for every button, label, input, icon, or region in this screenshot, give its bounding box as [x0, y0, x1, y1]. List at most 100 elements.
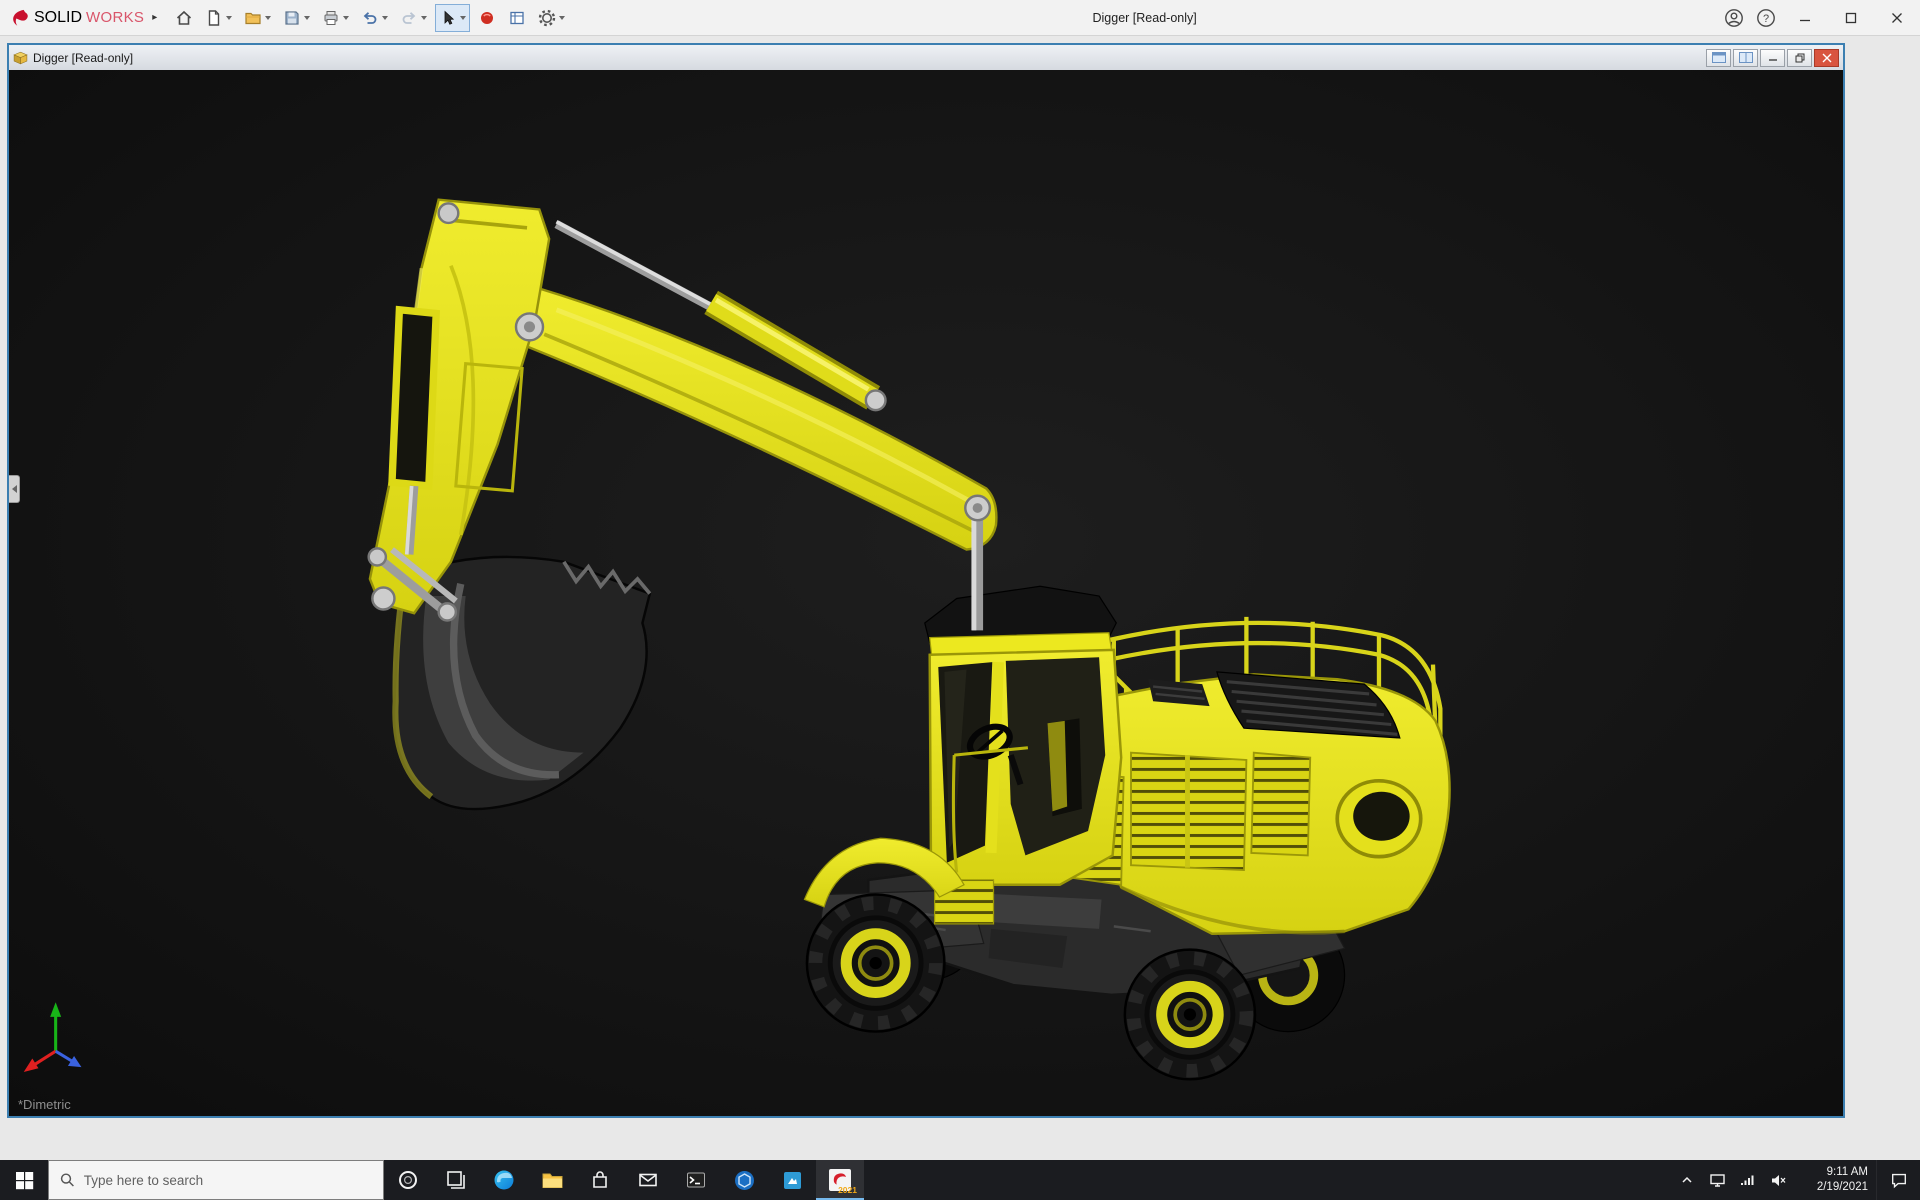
solidworks-taskbar-button[interactable]: 2021 [816, 1160, 864, 1200]
menu-flyout-arrow[interactable]: ▸ [152, 12, 157, 23]
volume-icon [1769, 1172, 1786, 1189]
home-button[interactable] [171, 4, 197, 32]
home-icon [175, 9, 193, 27]
open-folder-icon [244, 9, 262, 27]
options-button[interactable] [534, 4, 569, 32]
pinned-app-2-button[interactable] [768, 1160, 816, 1200]
minimize-icon [1768, 53, 1778, 62]
dropdown-caret [304, 16, 310, 23]
document-restore-button[interactable] [1787, 49, 1812, 67]
search-icon [60, 1172, 75, 1188]
svg-text:?: ? [1763, 13, 1769, 25]
document-close-button[interactable] [1814, 49, 1839, 67]
dropdown-caret [382, 16, 388, 23]
pinned-app-2-icon [781, 1169, 804, 1192]
windows-taskbar: 2021 [0, 1160, 1920, 1200]
dropdown-caret [559, 16, 565, 23]
display-tray-button[interactable] [1702, 1160, 1732, 1200]
feature-tree-collapse-tab[interactable] [9, 475, 20, 503]
mail-button[interactable] [624, 1160, 672, 1200]
maximize-button[interactable] [1828, 0, 1874, 36]
solidworks-logo: SOLIDWORKS [0, 8, 148, 28]
start-button[interactable] [0, 1160, 48, 1200]
action-center-icon [1890, 1171, 1908, 1189]
viewport-split-icon [1739, 52, 1753, 63]
minimize-icon [1799, 12, 1811, 24]
cortana-button[interactable] [384, 1160, 432, 1200]
file-explorer-icon [541, 1169, 564, 1192]
undo-button[interactable] [357, 4, 392, 32]
dropdown-caret [421, 16, 427, 23]
brand-solid: SOLID [34, 9, 82, 27]
redo-button[interactable] [396, 4, 431, 32]
pinned-app-1-button[interactable] [720, 1160, 768, 1200]
dropdown-caret [460, 16, 466, 23]
minimize-button[interactable] [1782, 0, 1828, 36]
new-document-icon [205, 9, 223, 27]
store-icon [589, 1169, 611, 1191]
app-window-title: Digger [Read-only] [571, 11, 1718, 25]
store-button[interactable] [576, 1160, 624, 1200]
close-icon [1822, 53, 1832, 63]
3dexperience-icon [478, 9, 496, 27]
maximize-icon [1845, 12, 1857, 24]
terminal-button[interactable] [672, 1160, 720, 1200]
terminal-icon [685, 1169, 707, 1191]
print-icon [322, 9, 340, 27]
gear-icon [538, 9, 556, 27]
account-button[interactable] [1718, 0, 1750, 36]
document-minimize-button[interactable] [1760, 49, 1785, 67]
taskbar-clock[interactable]: 9:11 AM 2/19/2021 [1792, 1160, 1876, 1200]
task-view-button[interactable] [432, 1160, 480, 1200]
new-document-button[interactable] [201, 4, 236, 32]
wheel-front [807, 895, 944, 1032]
brand-works: WORKS [86, 9, 144, 26]
dropdown-caret [265, 16, 271, 23]
system-tray: 9:11 AM 2/19/2021 [1672, 1160, 1920, 1200]
windows-start-icon [15, 1171, 34, 1190]
help-button[interactable]: ? [1750, 0, 1782, 36]
save-button[interactable] [279, 4, 314, 32]
clock-date: 2/19/2021 [1817, 1180, 1868, 1195]
help-icon: ? [1756, 8, 1776, 28]
document-titlebar[interactable]: Digger [Read-only] [9, 45, 1843, 70]
select-tool-button[interactable] [435, 4, 470, 32]
boom-cylinder [974, 513, 978, 630]
document-window: Digger [Read-only] [7, 43, 1845, 1118]
view-orientation-label: *Dimetric [18, 1097, 71, 1112]
close-icon [1891, 12, 1903, 24]
digger-3d-model[interactable] [9, 70, 1843, 1116]
viewport-layout-button-2[interactable] [1733, 49, 1758, 67]
taskbar-search[interactable] [48, 1160, 384, 1200]
network-icon [1739, 1172, 1756, 1189]
edge-icon [492, 1168, 516, 1192]
solidworks-version-badge: 2021 [838, 1185, 857, 1195]
close-button[interactable] [1874, 0, 1920, 36]
dropdown-caret [226, 16, 232, 23]
display-icon [1709, 1172, 1726, 1189]
search-input[interactable] [84, 1173, 372, 1188]
main-toolbar [169, 0, 571, 36]
wheel-rear [1125, 950, 1255, 1080]
edge-button[interactable] [480, 1160, 528, 1200]
viewport-layout-button-1[interactable] [1706, 49, 1731, 67]
print-button[interactable] [318, 4, 353, 32]
restore-icon [1795, 53, 1805, 63]
action-center-button[interactable] [1876, 1160, 1920, 1200]
volume-tray-button[interactable] [1762, 1160, 1792, 1200]
document-title: Digger [Read-only] [33, 51, 1704, 65]
viewport-layout-icon [1712, 52, 1726, 63]
account-icon [1724, 8, 1744, 28]
3dexperience-button[interactable] [474, 4, 500, 32]
evaluate-table-button[interactable] [504, 4, 530, 32]
network-tray-button[interactable] [1732, 1160, 1762, 1200]
cortana-icon [397, 1169, 419, 1191]
tray-expand-button[interactable] [1672, 1160, 1702, 1200]
open-button[interactable] [240, 4, 275, 32]
file-explorer-button[interactable] [528, 1160, 576, 1200]
table-icon [508, 9, 526, 27]
dassault-mark-icon [10, 8, 30, 28]
graphics-viewport[interactable]: *Dimetric [9, 70, 1843, 1116]
redo-icon [400, 9, 418, 27]
clock-time: 9:11 AM [1827, 1165, 1868, 1180]
